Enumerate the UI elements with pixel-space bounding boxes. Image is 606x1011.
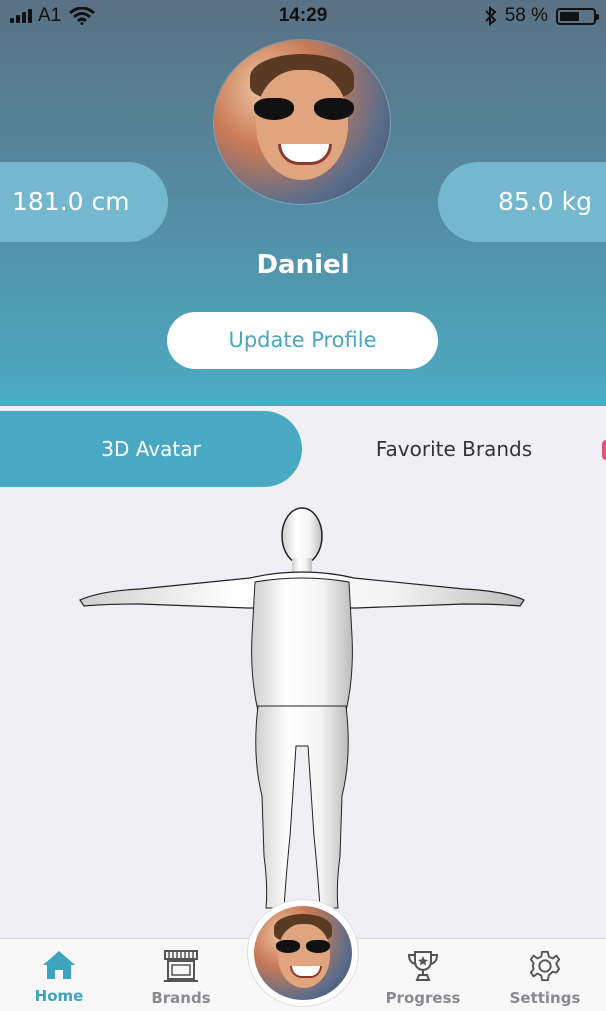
nav-progress-label: Progress: [385, 989, 461, 1007]
nav-brands-label: Brands: [151, 989, 211, 1007]
center-avatar-button[interactable]: [248, 900, 358, 1006]
avatar-3d-viewer[interactable]: [0, 496, 606, 940]
status-right: 58 %: [484, 5, 599, 27]
nav-settings[interactable]: Settings: [495, 949, 595, 1007]
nav-home[interactable]: Home: [9, 949, 109, 1005]
gear-icon: [529, 950, 561, 982]
height-badge: 181.0 cm: [0, 162, 168, 242]
nav-settings-label: Settings: [509, 989, 581, 1007]
nav-home-label: Home: [34, 987, 84, 1005]
status-bar: A1 14:29 58 %: [0, 0, 606, 34]
body-model: [79, 507, 525, 909]
update-profile-button[interactable]: Update Profile: [167, 312, 438, 369]
battery-percent: 58 %: [504, 5, 548, 26]
nav-brands[interactable]: Brands: [131, 949, 231, 1007]
profile-header: A1 14:29 58 % 181.0 cm 85.0 kg Daniel Up…: [0, 0, 606, 406]
weight-badge: 85.0 kg: [438, 162, 606, 242]
profile-name: Daniel: [256, 250, 350, 280]
trophy-icon: [407, 951, 439, 981]
home-icon: [43, 951, 75, 979]
profile-photo[interactable]: [214, 40, 390, 204]
storefront-icon: [164, 950, 198, 982]
content-tabs: 3D Avatar Favorite Brands: [0, 406, 606, 496]
bluetooth-icon: [484, 6, 497, 26]
tab-scroll-hint: [602, 440, 606, 460]
center-avatar-photo: [254, 906, 352, 1000]
battery-icon: [556, 7, 599, 25]
tab-3d-avatar[interactable]: 3D Avatar: [0, 411, 302, 487]
nav-progress[interactable]: Progress: [373, 949, 473, 1007]
tab-favorite-brands[interactable]: Favorite Brands: [302, 411, 606, 487]
